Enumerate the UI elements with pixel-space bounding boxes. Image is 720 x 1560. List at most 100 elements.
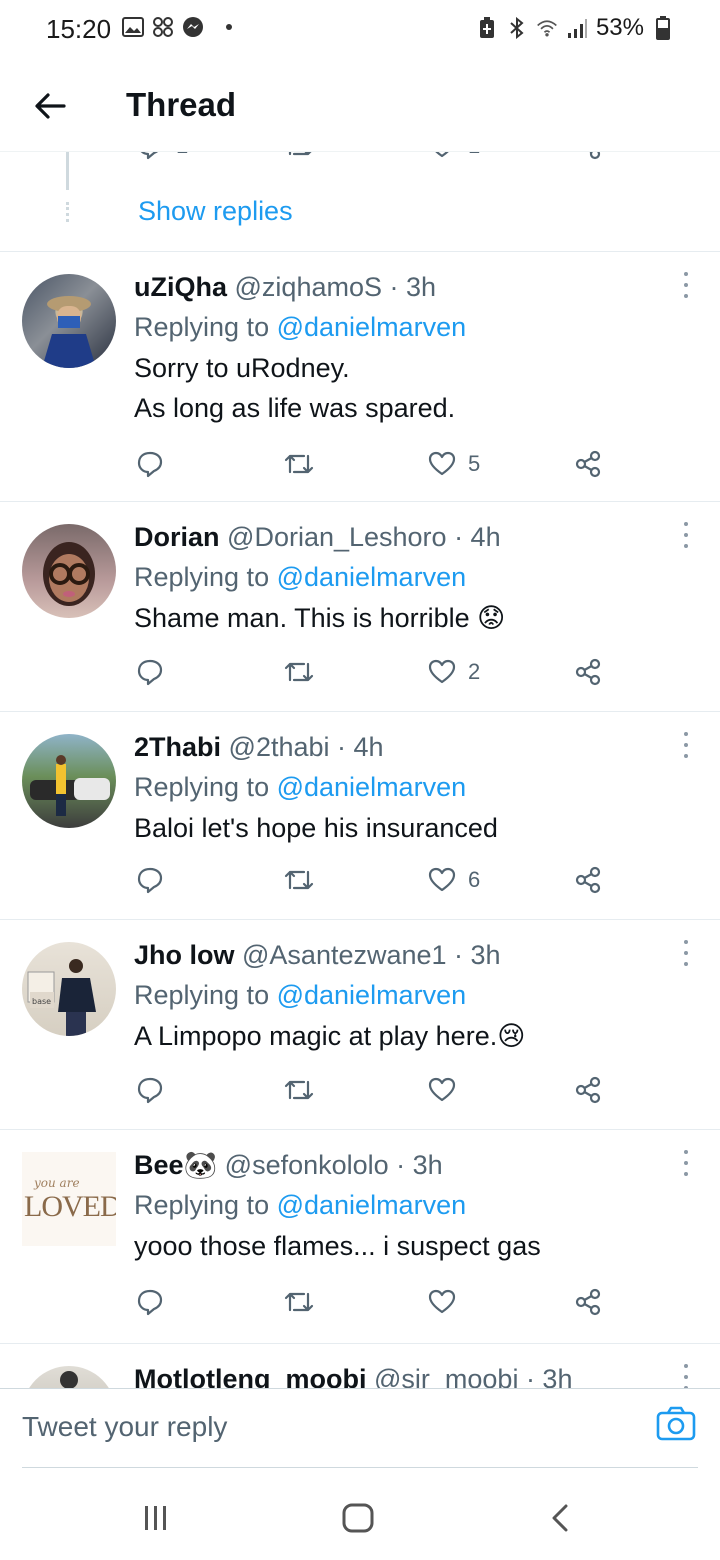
bluetooth-icon [506,17,528,39]
like-action[interactable]: 6 [428,866,480,894]
user-name[interactable]: 2Thabi [134,732,221,762]
reply-action[interactable] [136,866,164,894]
user-name[interactable]: Jho low [134,940,235,970]
avatar[interactable]: you are LOVED [22,1152,116,1246]
share-action[interactable] [574,450,602,478]
avatar[interactable] [22,734,116,828]
camera-button[interactable] [656,1405,696,1445]
messenger-icon [182,16,204,38]
avatar[interactable] [22,1366,116,1388]
share-action[interactable] [574,866,602,894]
like-count: 1 [468,152,480,159]
status-bar: 15:20 53% [0,0,720,58]
replying-prefix: Replying to [134,1190,277,1220]
mention-link[interactable]: @danielmarven [277,980,467,1010]
heart-icon [428,1077,456,1102]
user-name[interactable]: uZiQha [134,272,227,302]
mention-link[interactable]: @danielmarven [277,772,467,802]
show-replies-link[interactable]: Show replies [138,196,293,227]
tweet-text-line: yooo those flames... i suspect gas [134,1231,541,1261]
retweet-action[interactable] [284,152,314,160]
system-back-button[interactable] [540,1498,580,1538]
tweet-card[interactable]: uZiQha @ziqhamoS · 3h Replying to @danie… [0,252,720,502]
mention-link[interactable]: @danielmarven [277,1190,467,1220]
mention-link[interactable]: @danielmarven [277,312,467,342]
retweet-action[interactable] [284,450,314,478]
thread-feed[interactable]: 1 1 Show replies uZiQha @ziqhamoS · 3h R… [0,152,720,1388]
like-action[interactable] [428,1076,468,1104]
retweet-action[interactable] [284,658,314,686]
tweet-actions: 5 [0,450,720,490]
recent-apps-button[interactable] [136,1498,176,1538]
reply-icon [137,867,163,894]
like-count: 5 [468,451,481,476]
retweet-action[interactable] [284,866,314,894]
tweet-card[interactable]: Dorian @Dorian_Leshoro · 4h Replying to … [0,502,720,712]
like-action[interactable]: 5 [428,450,480,478]
chevron-left-icon [552,1504,568,1532]
tweet-card[interactable]: base Jho low @Asantezwane1 · 3h Replying… [0,920,720,1130]
tweet-actions [0,1288,720,1328]
user-name[interactable]: Motlotleng_moobi [134,1364,366,1388]
mention-link[interactable]: @danielmarven [277,562,467,592]
reply-action[interactable] [136,658,164,686]
share-action[interactable] [574,1076,602,1104]
user-handle: @Asantezwane1 · 3h [242,940,501,970]
more-options-icon[interactable] [682,732,690,758]
avatar[interactable]: base [22,942,116,1036]
share-action[interactable] [574,658,602,686]
more-options-icon[interactable] [682,522,690,548]
home-button[interactable] [338,1498,378,1538]
user-handle: @sefonkololo · 3h [224,1150,443,1180]
like-action[interactable]: 2 [428,658,480,686]
user-name[interactable]: Bee [134,1150,184,1180]
reply-input[interactable]: Tweet your reply [22,1411,227,1443]
replying-to: Replying to @danielmarven [134,974,680,1016]
tweet-text-line: Sorry to uRodney. [134,353,350,383]
tweet-card[interactable]: 2Thabi @2thabi · 4h Replying to @danielm… [0,712,720,920]
crying-face-emoji: 😢 [497,1021,526,1051]
share-action[interactable] [574,152,602,160]
reply-action[interactable] [136,1288,164,1316]
reply-action[interactable] [136,1076,164,1104]
tweet-text-line: As long as life was spared. [134,393,456,423]
heart-icon [428,867,456,892]
more-options-icon[interactable] [682,940,690,966]
tweet-actions: 6 [0,866,720,906]
retweet-action[interactable] [284,1076,314,1104]
heart-icon [428,659,456,684]
system-nav-bar [0,1468,720,1560]
worried-face-emoji: 😟 [477,603,506,633]
retweet-icon [284,1080,314,1100]
back-button[interactable] [28,84,72,128]
reply-count: 1 [176,152,188,159]
replying-prefix: Replying to [134,562,277,592]
tweet-text: Shame man. This is horrible 😟 [134,598,680,638]
retweet-icon [284,1292,314,1312]
avatar[interactable] [22,274,116,368]
like-action[interactable] [428,1288,468,1316]
tweet-text-line: Shame man. This is horrible [134,603,470,633]
avatar[interactable] [22,524,116,618]
more-options-icon[interactable] [682,272,690,298]
tweet-header: 2Thabi @2thabi · 4h [134,728,680,766]
more-options-icon[interactable] [682,1150,690,1176]
user-name[interactable]: Dorian [134,522,220,552]
retweet-action[interactable] [284,1288,314,1316]
reply-icon [137,659,163,686]
page-title: Thread [126,86,237,123]
tweet-card[interactable]: Motlotleng_moobi @sir_moobi · 3h [0,1344,720,1388]
reply-action[interactable] [136,450,164,478]
more-options-icon[interactable] [682,1364,690,1388]
tweet-card[interactable]: you are LOVED Bee🐼 @sefonkololo · 3h Rep… [0,1130,720,1344]
like-action[interactable]: 1 [428,152,480,160]
avatar-text-small: you are [34,1176,80,1190]
tweet-header: Dorian @Dorian_Leshoro · 4h [134,518,680,556]
reply-action[interactable]: 1 [136,152,188,160]
share-action[interactable] [574,1288,602,1316]
replying-to: Replying to @danielmarven [134,766,680,808]
tweet-actions [0,1076,720,1116]
tweet-header: Bee🐼 @sefonkololo · 3h [134,1146,680,1184]
replying-prefix: Replying to [134,772,277,802]
avatar-text: LOVED [24,1190,116,1223]
